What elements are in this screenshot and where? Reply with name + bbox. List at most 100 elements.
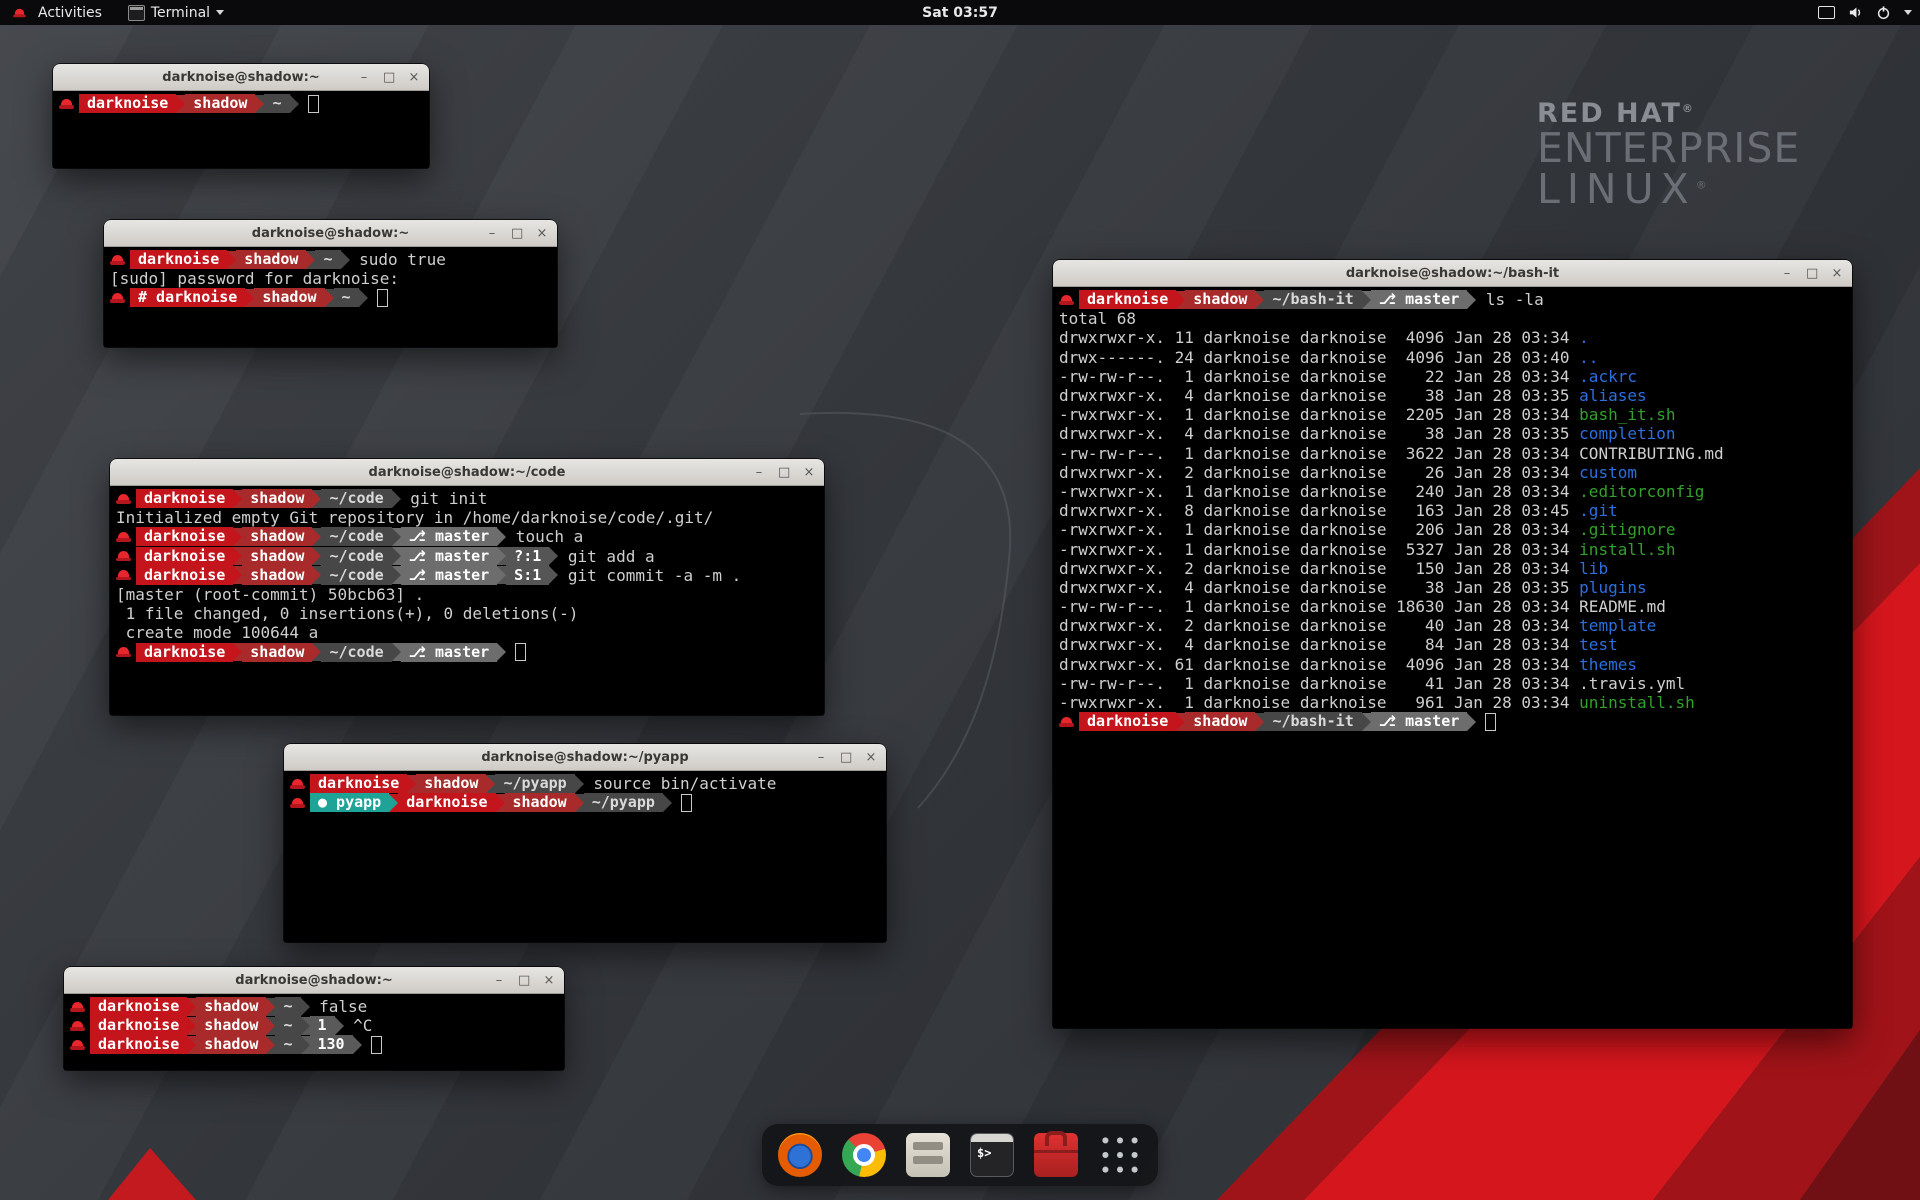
- prompt-segment-path: ~: [315, 250, 340, 269]
- terminal-text: completion: [1579, 424, 1675, 443]
- minimize-button[interactable]: –: [493, 974, 505, 987]
- terminal-window-code[interactable]: darknoise@shadow:~/code – □ × darknoises…: [110, 459, 824, 715]
- powerline-arrow-icon: [233, 547, 242, 565]
- maximize-button[interactable]: □: [1806, 267, 1818, 280]
- close-button[interactable]: ×: [1831, 267, 1843, 280]
- maximize-button[interactable]: □: [511, 227, 523, 240]
- prompt-segment-path: ~: [275, 1035, 300, 1054]
- terminal-text: test: [1579, 635, 1618, 654]
- maximize-button[interactable]: □: [518, 974, 530, 987]
- redhat-prompt-icon: [116, 646, 131, 658]
- toolbox-icon[interactable]: [1034, 1133, 1078, 1177]
- prompt-segment-user: darknoise: [130, 250, 227, 269]
- prompt-segment-host: shadow: [242, 547, 312, 566]
- terminal-line: darknoiseshadow~130: [70, 1035, 558, 1054]
- firefox-icon[interactable]: [778, 1133, 822, 1177]
- close-button[interactable]: ×: [408, 71, 420, 84]
- close-button[interactable]: ×: [536, 227, 548, 240]
- minimize-button[interactable]: –: [815, 751, 827, 764]
- powerline-arrow-icon: [227, 251, 236, 269]
- titlebar[interactable]: darknoise@shadow:~ – □ ×: [104, 220, 557, 247]
- powerline-arrow-icon: [575, 775, 584, 793]
- powerline-arrow-icon: [266, 1017, 275, 1035]
- maximize-button[interactable]: □: [383, 71, 395, 84]
- terminal-text: .travis.yml: [1579, 674, 1685, 693]
- powerline-arrow-icon: [187, 998, 196, 1016]
- terminal-window-home-1[interactable]: darknoise@shadow:~ – □ × darknoiseshadow…: [53, 64, 429, 168]
- powerline-arrow-icon: [389, 794, 398, 812]
- terminal-window-sudo[interactable]: darknoise@shadow:~ – □ × darknoise shadow…: [104, 220, 557, 347]
- terminal-window-home-2[interactable]: darknoise@shadow:~ – □ × darknoiseshadow…: [64, 967, 564, 1070]
- prompt-segment-host: shadow: [242, 566, 312, 585]
- chrome-icon[interactable]: [842, 1133, 886, 1177]
- powerline-arrow-icon: [233, 528, 242, 546]
- powerline-arrow-icon: [1467, 291, 1476, 309]
- activities-button[interactable]: Activities: [8, 0, 106, 25]
- prompt-segment-user: darknoise: [1079, 712, 1176, 731]
- terminal-line: 1 file changed, 0 insertions(+), 0 delet…: [116, 604, 818, 623]
- terminal-line: darknoiseshadow~: [59, 94, 423, 113]
- prompt-segment-user: darknoise: [136, 489, 233, 508]
- maximize-button[interactable]: □: [778, 466, 790, 479]
- titlebar[interactable]: darknoise@shadow:~/code – □ ×: [110, 459, 824, 486]
- powerline-arrow-icon: [359, 289, 368, 307]
- powerline-arrow-icon: [496, 794, 505, 812]
- terminal-line: ● pyappdarknoiseshadow~/pyapp: [290, 793, 880, 812]
- prompt-segment-git: ⎇ master: [401, 566, 498, 585]
- terminal-line: darknoiseshadow~/code⎇ master: [116, 643, 818, 662]
- close-button[interactable]: ×: [543, 974, 555, 987]
- close-button[interactable]: ×: [865, 751, 877, 764]
- terminal-content[interactable]: darknoiseshadow~ sudo true[sudo] passwor…: [104, 247, 557, 347]
- terminal-text: -rwxrwxr-x. 1 darknoise darknoise 5327 J…: [1059, 540, 1579, 559]
- prompt-segment-git: ⎇ master: [1371, 290, 1468, 309]
- terminal-content[interactable]: darknoiseshadow~ falsedarknoiseshadow~1 …: [64, 994, 564, 1070]
- prompt-segment-path: ~/code: [321, 643, 391, 662]
- terminal-line: darknoiseshadow~/code⎇ master?:1 git add…: [116, 547, 818, 566]
- terminal-line: -rwxrwxr-x. 1 darknoise darknoise 206 Ja…: [1059, 520, 1846, 539]
- minimize-button[interactable]: –: [753, 466, 765, 479]
- titlebar[interactable]: darknoise@shadow:~ – □ ×: [53, 64, 429, 91]
- redhat-logo-icon: [13, 7, 26, 17]
- prompt-segment-exit: 130: [310, 1035, 353, 1054]
- terminal-content[interactable]: darknoiseshadow~/bash-it⎇ master ls -lat…: [1053, 287, 1852, 1028]
- minimize-button[interactable]: –: [486, 227, 498, 240]
- terminal-icon[interactable]: $>: [970, 1133, 1014, 1177]
- terminal-content[interactable]: darknoiseshadow~/pyapp source bin/activa…: [284, 771, 886, 942]
- powerline-arrow-icon: [392, 547, 401, 565]
- terminal-text: -rwxrwxr-x. 1 darknoise darknoise 961 Ja…: [1059, 693, 1579, 712]
- prompt-segment-path: ~/code: [321, 527, 391, 546]
- terminal-content[interactable]: darknoiseshadow~: [53, 91, 429, 168]
- terminal-content[interactable]: darknoiseshadow~/code git initInitialize…: [110, 486, 824, 715]
- redhat-prompt-icon: [110, 292, 125, 304]
- terminal-line: darknoiseshadow~/code git init: [116, 489, 818, 508]
- chevron-down-icon: [1904, 10, 1912, 15]
- system-menu[interactable]: [1818, 0, 1912, 25]
- titlebar[interactable]: darknoise@shadow:~ – □ ×: [64, 967, 564, 994]
- prompt-segment-host: shadow: [236, 250, 306, 269]
- prompt-segment-git: ⎇ master: [401, 547, 498, 566]
- terminal-text: create mode 100644 a: [116, 623, 318, 642]
- prompt-segment-user: darknoise: [136, 643, 233, 662]
- prompt-segment-user: darknoise: [136, 527, 233, 546]
- app-menu-terminal[interactable]: Terminal: [124, 0, 228, 25]
- app-grid-icon[interactable]: [1098, 1133, 1142, 1177]
- powerline-arrow-icon: [392, 528, 401, 546]
- titlebar[interactable]: darknoise@shadow:~/pyapp – □ ×: [284, 744, 886, 771]
- activities-label: Activities: [38, 5, 102, 21]
- prompt-segment-path: ~/bash-it: [1264, 290, 1361, 309]
- clock[interactable]: Sat 03:57: [922, 5, 998, 21]
- terminal-window-bash-it[interactable]: darknoise@shadow:~/bash-it – □ × darknoi…: [1053, 260, 1852, 1028]
- maximize-button[interactable]: □: [840, 751, 852, 764]
- terminal-window-pyapp[interactable]: darknoise@shadow:~/pyapp – □ × darknoise…: [284, 744, 886, 942]
- terminal-text: Initialized empty Git repository in /hom…: [116, 508, 713, 527]
- terminal-line: darknoiseshadow~/code⎇ masterS:1 git com…: [116, 566, 818, 585]
- prompt-segment-venv: ● pyapp: [310, 793, 389, 812]
- top-bar: Activities Terminal Sat 03:57: [0, 0, 1920, 25]
- minimize-button[interactable]: –: [1781, 267, 1793, 280]
- minimize-button[interactable]: –: [358, 71, 370, 84]
- files-icon[interactable]: [906, 1133, 950, 1177]
- powerline-arrow-icon: [1176, 291, 1185, 309]
- close-button[interactable]: ×: [803, 466, 815, 479]
- powerline-arrow-icon: [1362, 713, 1371, 731]
- titlebar[interactable]: darknoise@shadow:~/bash-it – □ ×: [1053, 260, 1852, 287]
